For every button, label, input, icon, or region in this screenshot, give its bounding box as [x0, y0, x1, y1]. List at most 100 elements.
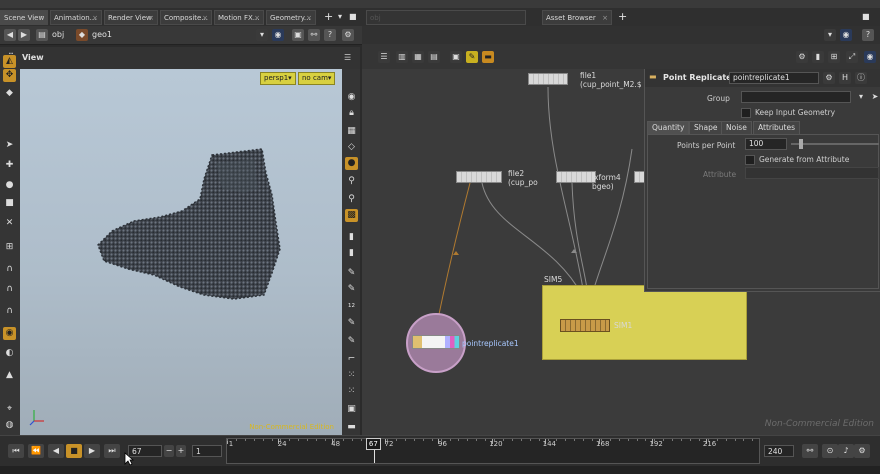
play-icon[interactable]: ▶	[84, 444, 100, 458]
vertex-icon[interactable]: ✎	[345, 335, 358, 348]
brush-icon[interactable]: ✎	[345, 267, 358, 280]
stop-icon[interactable]: ■	[66, 444, 82, 458]
arrow-select-icon[interactable]: ➤	[3, 139, 16, 152]
node-file2[interactable]	[456, 171, 502, 183]
add-tab-icon[interactable]: +	[324, 11, 333, 23]
layout-icon[interactable]: ▤	[428, 51, 440, 63]
realtime-icon[interactable]: ⊙	[822, 444, 838, 458]
display-flag-icon[interactable]: ▣	[450, 51, 462, 63]
tab-render-view[interactable]: Render View ×	[104, 10, 158, 25]
pane-menu-icon[interactable]: ■	[862, 11, 870, 23]
move-icon[interactable]: ✚	[3, 159, 16, 172]
magnet-icon[interactable]: ∩	[3, 263, 16, 276]
handle-icon[interactable]: ✥	[3, 69, 16, 82]
tag-icon[interactable]: ▬	[345, 421, 358, 434]
ghost-icon[interactable]: ▮	[345, 231, 358, 244]
info-icon[interactable]: ⊞	[828, 51, 840, 63]
tab-asset-browser[interactable]: Asset Browser ×	[542, 10, 612, 25]
render-icon[interactable]: ▲	[3, 369, 16, 382]
view-menu-icon[interactable]: ☰	[344, 53, 351, 62]
pane-menu-icon[interactable]: ■	[349, 11, 357, 23]
3d-viewport[interactable]: persp1▾ no cam▾ Non-Commercial Edition	[20, 69, 342, 435]
shading-icon[interactable]: ▩	[345, 209, 358, 222]
zoom-icon[interactable]: ⤢	[846, 51, 858, 63]
node-xform[interactable]	[556, 171, 596, 183]
tab-animation[interactable]: Animation... ×	[50, 10, 102, 25]
lock-icon[interactable]: 🔒︎	[345, 107, 358, 120]
keys-icon[interactable]: ⚯	[802, 444, 818, 458]
scale-icon[interactable]: ■	[3, 197, 16, 210]
pin-icon[interactable]: ◉	[272, 29, 284, 41]
node-sim1[interactable]	[560, 319, 610, 332]
eye-icon[interactable]: ◉	[345, 91, 358, 104]
info-icon[interactable]: ⓘ	[855, 72, 867, 84]
frame-plus-icon[interactable]: +	[176, 445, 186, 457]
close-icon[interactable]: ×	[306, 11, 312, 24]
paint-icon[interactable]: ✎	[345, 317, 358, 330]
points-per-point-slider[interactable]	[791, 143, 879, 145]
options-icon[interactable]: ⚙	[854, 444, 870, 458]
frame-icon[interactable]: ◇	[345, 141, 358, 154]
timeline-ruler[interactable]: 1 24 48 72 96 120 144 168 192 216 67	[226, 438, 760, 464]
generate-checkbox[interactable]	[745, 155, 755, 165]
keep-input-checkbox[interactable]	[741, 108, 751, 118]
rotate-icon[interactable]: ●	[3, 179, 16, 192]
tab-geometry[interactable]: Geometry... ×	[266, 10, 316, 25]
tab-composite[interactable]: Composite... ×	[160, 10, 212, 25]
box-icon[interactable]: ▣	[345, 403, 358, 416]
guide-icon[interactable]: ⚲	[345, 175, 358, 188]
corner-icon[interactable]: ⌐	[345, 353, 358, 366]
add-tab-icon[interactable]: +	[618, 11, 627, 23]
tab-quantity[interactable]: Quantity	[647, 121, 690, 135]
help-icon[interactable]: ?	[324, 29, 336, 41]
dropdown-icon[interactable]: ▾	[855, 91, 867, 103]
pose-icon[interactable]: ✕	[3, 217, 16, 230]
point-display-icon[interactable]: ●	[345, 157, 358, 170]
tree-icon[interactable]: ▥	[396, 51, 408, 63]
tab-shape[interactable]: Shape	[689, 121, 723, 135]
audio-icon[interactable]: ♪	[838, 444, 854, 458]
gear-icon[interactable]: ⚙	[796, 51, 808, 63]
camera-menu[interactable]: persp1▾	[260, 72, 296, 85]
playhead-marker[interactable]: 67	[365, 438, 381, 450]
step-back-icon[interactable]: ⏪	[28, 444, 44, 458]
frame-minus-icon[interactable]: −	[164, 445, 174, 457]
tab-noise[interactable]: Noise	[721, 121, 752, 135]
close-icon[interactable]: ×	[148, 11, 154, 24]
param-node-name[interactable]: pointreplicate1	[729, 72, 819, 84]
close-icon[interactable]: ×	[602, 11, 608, 24]
jump-start-icon[interactable]: ⏮	[8, 444, 24, 458]
points-per-point-field[interactable]: 100	[745, 138, 787, 150]
help-icon[interactable]: ?	[862, 29, 874, 41]
normals-icon[interactable]: ⚲	[345, 193, 358, 206]
select-arrow-icon[interactable]: ➤	[869, 91, 880, 103]
settings-icon[interactable]: ⚙	[342, 29, 354, 41]
tab-scene-view[interactable]: Scene View ×	[0, 10, 48, 25]
wireframe-icon[interactable]: ▦	[345, 125, 358, 138]
template-icon[interactable]: ▮	[345, 247, 358, 260]
node-pointreplicate1[interactable]	[412, 335, 460, 349]
display-icon[interactable]: ▣	[292, 29, 304, 41]
group-field[interactable]	[741, 91, 851, 103]
hide-icon[interactable]: ▮	[812, 51, 824, 63]
cam-select-menu[interactable]: no cam▾	[298, 72, 336, 85]
tab-motion-fx[interactable]: Motion FX... ×	[214, 10, 264, 25]
jump-end-icon[interactable]: ⏭	[104, 444, 120, 458]
play-reverse-icon[interactable]: ◀	[48, 444, 64, 458]
close-icon[interactable]: ×	[202, 11, 208, 24]
close-icon[interactable]: ×	[92, 11, 98, 24]
help-icon[interactable]: H	[839, 72, 851, 84]
breadcrumb-geo[interactable]: geo1	[92, 29, 112, 41]
pen-icon[interactable]: ✎	[345, 283, 358, 296]
breadcrumb-obj[interactable]: obj	[52, 29, 64, 41]
magnet-curve-icon[interactable]: ∩	[3, 283, 16, 296]
slider-handle[interactable]	[799, 139, 803, 149]
tab-network[interactable]: obj	[366, 10, 526, 25]
node-file1[interactable]	[528, 73, 568, 85]
close-icon[interactable]: ×	[254, 11, 260, 24]
folder-icon[interactable]: ▤	[36, 29, 48, 41]
tab-attributes[interactable]: Attributes	[753, 121, 801, 135]
forward-icon[interactable]: ▶	[18, 29, 30, 41]
close-icon[interactable]: ×	[38, 11, 44, 24]
snap-icon[interactable]: ⊞	[3, 241, 16, 254]
